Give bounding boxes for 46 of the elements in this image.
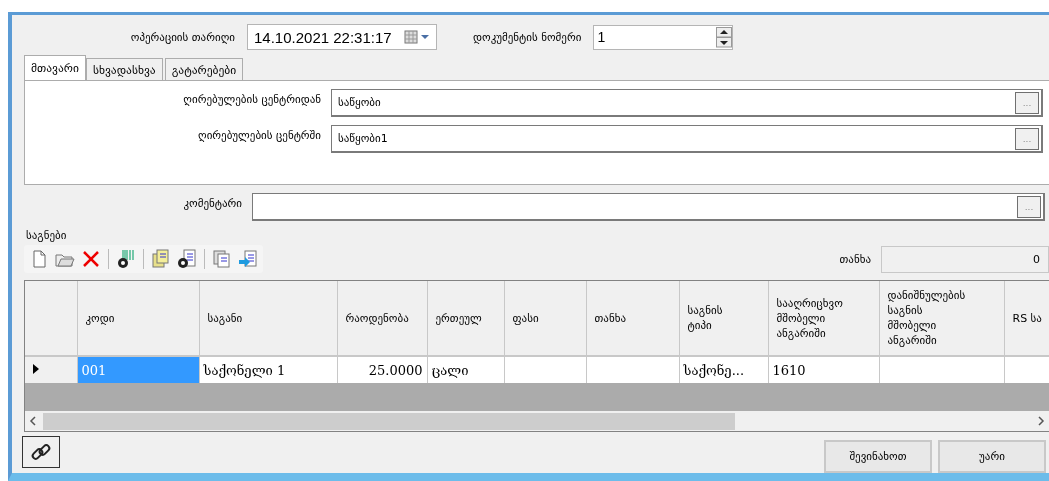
column-header[interactable]: თანხა	[586, 281, 679, 356]
column-header[interactable]: RS სა	[1004, 281, 1049, 356]
column-header[interactable]: კოდი	[77, 281, 199, 356]
column-header[interactable]: დანიშნულების საგნის მშობელი ანგარიში	[879, 281, 1004, 356]
column-header[interactable]: საგნის ტიპი	[679, 281, 768, 356]
scroll-right-icon[interactable]	[1037, 416, 1045, 426]
tab[interactable]: სხვადასხვა	[85, 58, 163, 80]
scroll-left-icon[interactable]	[29, 416, 37, 426]
table-cell[interactable]: 1610	[768, 356, 879, 383]
link-button[interactable]	[22, 436, 60, 468]
copy-icon[interactable]	[211, 248, 233, 270]
group-title: საგნები	[26, 229, 68, 242]
calendar-dropdown-icon[interactable]	[404, 30, 430, 44]
total-label: თანხა	[839, 252, 871, 266]
total-field: 0	[881, 245, 1049, 273]
scrollbar-thumb[interactable]	[43, 412, 735, 430]
column-header[interactable]: საგანი	[199, 281, 337, 356]
horizontal-scrollbar[interactable]	[25, 411, 1049, 431]
table-cell[interactable]: საქონე...	[679, 356, 768, 383]
field-label: ღირებულების ცენტრში	[197, 128, 321, 142]
table-cell[interactable]: 25.0000	[337, 356, 427, 383]
dialog-button[interactable]: შევინახოთ	[824, 440, 932, 473]
table-cell[interactable]: ცალი	[427, 356, 504, 383]
table-cell[interactable]	[586, 356, 679, 383]
field-label: ღირებულების ცენტრიდან	[182, 92, 321, 106]
spinner-icon[interactable]	[716, 26, 733, 48]
column-header[interactable]: სააღრიცხვო მშობელი ანგარიში	[768, 281, 879, 356]
date-field[interactable]: 14.10.2021 22:31:17	[247, 24, 437, 50]
table-cell[interactable]	[504, 356, 586, 383]
link-icon	[30, 441, 52, 463]
row-header[interactable]	[25, 356, 77, 383]
document-number-field[interactable]: 1	[593, 24, 734, 50]
lookup-field[interactable]: საწყობი1 ...	[331, 125, 1043, 153]
tab[interactable]: მთავარი	[24, 55, 86, 80]
column-header[interactable]: ერთეულ	[427, 281, 504, 356]
column-header[interactable]: რაოდენობა	[337, 281, 427, 356]
date-label: ოპერაციის თარიღი	[129, 30, 235, 44]
column-header[interactable]: ფასი	[504, 281, 586, 356]
lookup-field[interactable]: საწყობი ...	[331, 89, 1043, 117]
table-cell[interactable]: საქონელი 1	[199, 356, 337, 383]
tab[interactable]: გატარებები	[164, 58, 244, 80]
import-icon[interactable]	[237, 248, 259, 270]
comment-label: კომენტარი	[182, 196, 242, 210]
document-number-label: დოკუმენტის ნომერი	[473, 30, 582, 44]
dialog-button[interactable]: უარი	[938, 440, 1046, 473]
table-cell[interactable]	[879, 356, 1004, 383]
